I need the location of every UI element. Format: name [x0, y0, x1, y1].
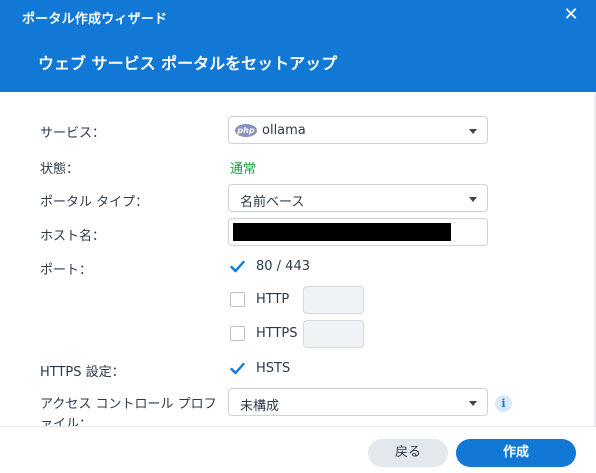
info-icon[interactable]: i — [495, 395, 512, 412]
hostname-label: ホスト名： — [40, 229, 106, 244]
portal-type-value: 名前ベース — [240, 195, 305, 210]
port-80-443-label: 80 / 443 — [256, 259, 310, 274]
chevron-down-icon — [469, 401, 477, 406]
checkmark-icon — [230, 362, 245, 375]
window-title: ポータル作成ウィザード — [22, 12, 168, 27]
chevron-down-icon — [469, 197, 477, 202]
portal-type-label: ポータル タイプ： — [40, 195, 149, 210]
close-icon[interactable]: ✕ — [562, 6, 580, 24]
chevron-down-icon — [469, 129, 477, 134]
port-https-label: HTTPS — [256, 326, 298, 341]
access-control-value: 未構成 — [240, 399, 280, 414]
redacted-hostname — [233, 223, 451, 241]
page-title: ウェブ サービス ポータルをセットアップ — [38, 54, 338, 73]
access-control-select[interactable]: 未構成 — [228, 388, 488, 416]
php-icon: php — [235, 124, 257, 137]
port-label: ポート： — [40, 263, 93, 278]
https-settings-label: HTTPS 設定： — [40, 365, 125, 380]
port-http-checkbox[interactable] — [230, 292, 245, 307]
form-content[interactable]: サービス： php ollama 状態： 通常 ポータル タイプ： 名前ベース … — [0, 92, 596, 426]
https-port-input[interactable] — [303, 320, 364, 348]
hsts-label: HSTS — [256, 361, 291, 376]
wizard-header: ウェブ サービス ポータルをセットアップ — [0, 34, 596, 92]
port-http-label: HTTP — [256, 292, 290, 307]
title-bar: ポータル作成ウィザード ✕ — [0, 0, 596, 34]
access-control-label: アクセス コントロール プロファイル： — [40, 397, 217, 426]
service-value: ollama — [262, 123, 306, 138]
create-button[interactable]: 作成 — [456, 439, 576, 467]
portal-wizard-dialog: ポータル作成ウィザード ✕ ウェブ サービス ポータルをセットアップ サービス：… — [0, 0, 596, 473]
service-select[interactable]: php ollama — [228, 116, 488, 144]
status-value: 通常 — [230, 162, 257, 177]
hostname-input[interactable] — [228, 218, 488, 246]
http-port-input[interactable] — [303, 286, 364, 314]
port-80-443-checkbox[interactable] — [230, 259, 245, 274]
portal-type-select[interactable]: 名前ベース — [228, 184, 488, 212]
status-label: 状態： — [40, 162, 80, 177]
hsts-checkbox[interactable] — [230, 361, 245, 376]
checkmark-icon — [230, 260, 245, 273]
port-https-checkbox[interactable] — [230, 326, 245, 341]
service-label: サービス： — [40, 126, 106, 141]
back-button[interactable]: 戻る — [368, 439, 448, 467]
dialog-footer: 戻る 作成 — [0, 426, 596, 473]
